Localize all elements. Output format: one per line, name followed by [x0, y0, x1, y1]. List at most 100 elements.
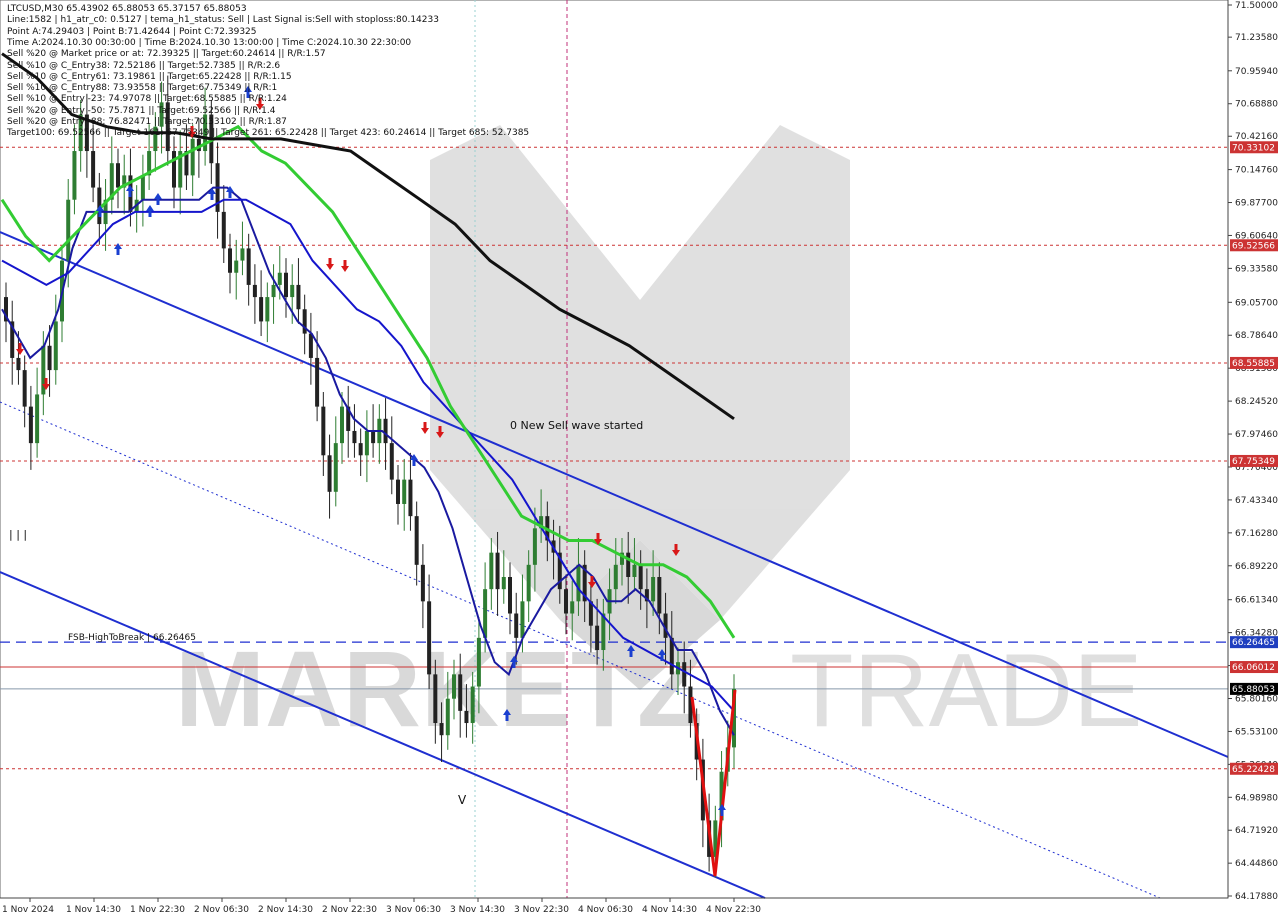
sell-wave-label: 0 New Sell wave started [510, 419, 643, 432]
candle-body [333, 443, 338, 492]
y-tick-label: 70.95940 [1235, 67, 1278, 77]
x-tick-label: 2 Nov 22:30 [322, 905, 377, 915]
candle-body [402, 479, 407, 504]
candle-body [358, 443, 363, 456]
candle-body [308, 333, 313, 358]
candle-body [172, 151, 176, 188]
x-tick-label: 1 Nov 22:30 [130, 905, 185, 915]
candle-body [352, 430, 357, 444]
candle-body [72, 151, 77, 200]
candle-body [327, 455, 332, 492]
info-line: Sell %20 @ Entry -88: 76.82471 || Target… [7, 117, 287, 127]
candle-body [495, 552, 500, 590]
candle-body [190, 138, 195, 176]
candle-body [476, 637, 481, 687]
marks-left: | | | [9, 528, 27, 541]
candle-body [277, 272, 282, 285]
candle-body [452, 674, 456, 699]
info-line: Time A:2024.10.30 00:30:00 | Time B:2024… [7, 37, 412, 48]
candle-body [564, 589, 568, 614]
info-line: Sell %10 @ C_Entry61: 73.19861 || Target… [7, 71, 292, 82]
candle-body [364, 430, 369, 456]
candle-body [526, 564, 531, 602]
x-tick-label: 3 Nov 22:30 [514, 905, 569, 915]
y-tick-label: 70.68880 [1235, 100, 1278, 110]
candle-body [271, 284, 276, 298]
candle-body [420, 564, 425, 602]
candle-body [501, 576, 506, 590]
info-line: Sell %10 @ Entry -23: 74.97078 || Target… [7, 94, 287, 105]
candle-body [433, 674, 438, 724]
candle-body [371, 430, 376, 444]
candle-body [321, 406, 326, 456]
candle-body [489, 552, 494, 590]
x-tick-label: 3 Nov 06:30 [386, 905, 441, 915]
candle-body [464, 710, 469, 724]
y-tick-label: 66.61340 [1235, 596, 1278, 606]
info-line: Point A:74.29403 | Point B:71.42644 | Po… [7, 26, 257, 37]
x-tick-label: 4 Nov 14:30 [642, 905, 697, 915]
candle-body [296, 284, 301, 310]
y-tick-label: 70.42160 [1235, 132, 1278, 142]
info-line: Target100: 69.52566 || Target 161: 67.75… [7, 128, 530, 139]
y-tick-label: 64.44860 [1235, 859, 1278, 869]
candle-body [682, 662, 687, 687]
candle-body [445, 698, 450, 736]
v-mark: V [458, 793, 467, 807]
candle-body [514, 613, 519, 638]
candle-body [16, 357, 21, 371]
candle-body [651, 576, 656, 602]
fsb-label: FSB-HighToBreak | 66.26465 [68, 633, 196, 643]
candle-body [228, 248, 232, 273]
candle-body [613, 564, 618, 590]
x-tick-label: 1 Nov 14:30 [66, 905, 121, 915]
y-tick-label: 64.98980 [1235, 793, 1278, 803]
candle-body [234, 260, 239, 273]
price-tag-label: 70.33102 [1232, 143, 1275, 153]
y-tick-label: 71.23580 [1235, 33, 1278, 43]
candle-body [520, 601, 525, 638]
y-tick-label: 69.33580 [1235, 264, 1278, 274]
y-tick-label: 69.05700 [1235, 298, 1278, 308]
info-line: Sell %20 @ Entry -50: 75.7871 || Target:… [7, 105, 276, 116]
info-line: Sell %10 @ C_Entry88: 73.93558 || Target… [7, 83, 278, 94]
candle-body [389, 443, 394, 480]
y-tick-label: 71.50000 [1235, 1, 1278, 11]
watermark-text-right: TRADE [790, 633, 1142, 749]
candle-body [140, 175, 145, 200]
candle-body [290, 284, 295, 298]
y-tick-label: 67.97460 [1235, 430, 1278, 440]
candle-body [470, 686, 475, 724]
x-tick-label: 4 Nov 22:30 [706, 905, 761, 915]
info-line: Sell %20 @ Market price or at: 72.39325 … [7, 49, 326, 60]
price-tag-label: 66.26465 [1232, 638, 1275, 648]
price-tag-label: 66.06012 [1232, 663, 1275, 673]
info-line: Sell %10 @ C_Entry38: 72.52186 || Target… [7, 60, 281, 71]
candle-body [508, 576, 512, 614]
candle-body [483, 589, 488, 638]
candle-body [22, 370, 27, 407]
price-tag-label: 68.55885 [1232, 359, 1275, 369]
candle-body [532, 528, 537, 565]
price-tag-label: 65.88053 [1232, 685, 1275, 695]
candle-body [340, 406, 344, 444]
y-tick-label: 64.71920 [1235, 826, 1278, 836]
candle-body [632, 564, 637, 577]
candle-body [53, 321, 58, 371]
y-tick-label: 69.87700 [1235, 199, 1278, 209]
candle-body [252, 284, 257, 298]
y-tick-label: 68.24520 [1235, 397, 1278, 407]
candle-body [91, 151, 96, 188]
y-tick-label: 67.16280 [1235, 529, 1278, 539]
candle-body [246, 248, 251, 285]
candle-body [265, 297, 270, 322]
x-tick-label: 3 Nov 14:30 [450, 905, 505, 915]
candle-body [626, 552, 631, 577]
candle-body [383, 418, 388, 444]
candle-body [427, 601, 432, 675]
price-tag-label: 69.52566 [1232, 241, 1275, 251]
y-tick-label: 67.43340 [1235, 496, 1278, 506]
candle-body [458, 674, 463, 711]
candle-body [657, 576, 662, 614]
y-tick-label: 66.89220 [1235, 562, 1278, 572]
